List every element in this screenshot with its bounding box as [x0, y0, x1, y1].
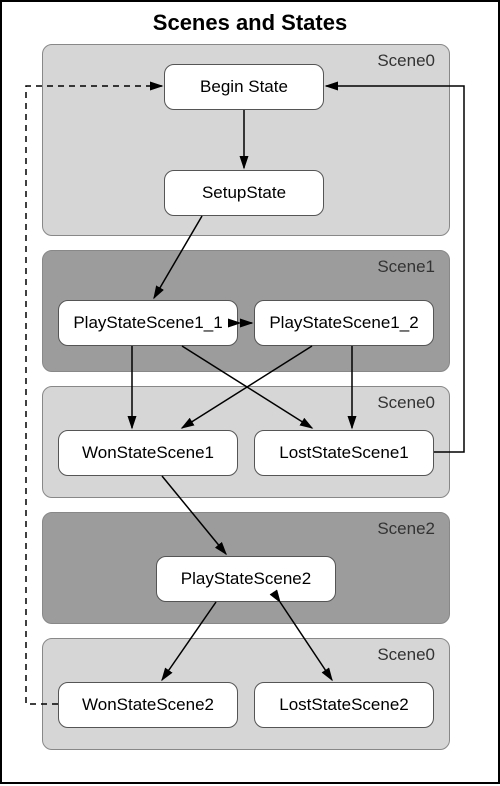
scene-label: Scene0 [377, 51, 435, 71]
state-lost1: LostStateScene1 [254, 430, 434, 476]
state-lost2: LostStateScene2 [254, 682, 434, 728]
scene-label: Scene0 [377, 645, 435, 665]
state-won2: WonStateScene2 [58, 682, 238, 728]
state-ps1-1: PlayStateScene1_1 [58, 300, 238, 346]
diagram-title: Scenes and States [2, 10, 498, 36]
state-ps2: PlayStateScene2 [156, 556, 336, 602]
diagram-frame: Scenes and States Scene0 Scene1 Scene0 S… [0, 0, 500, 784]
state-ps1-2: PlayStateScene1_2 [254, 300, 434, 346]
scene-label: Scene0 [377, 393, 435, 413]
scene-label: Scene1 [377, 257, 435, 277]
state-begin: Begin State [164, 64, 324, 110]
scene-label: Scene2 [377, 519, 435, 539]
state-won1: WonStateScene1 [58, 430, 238, 476]
state-setup: SetupState [164, 170, 324, 216]
